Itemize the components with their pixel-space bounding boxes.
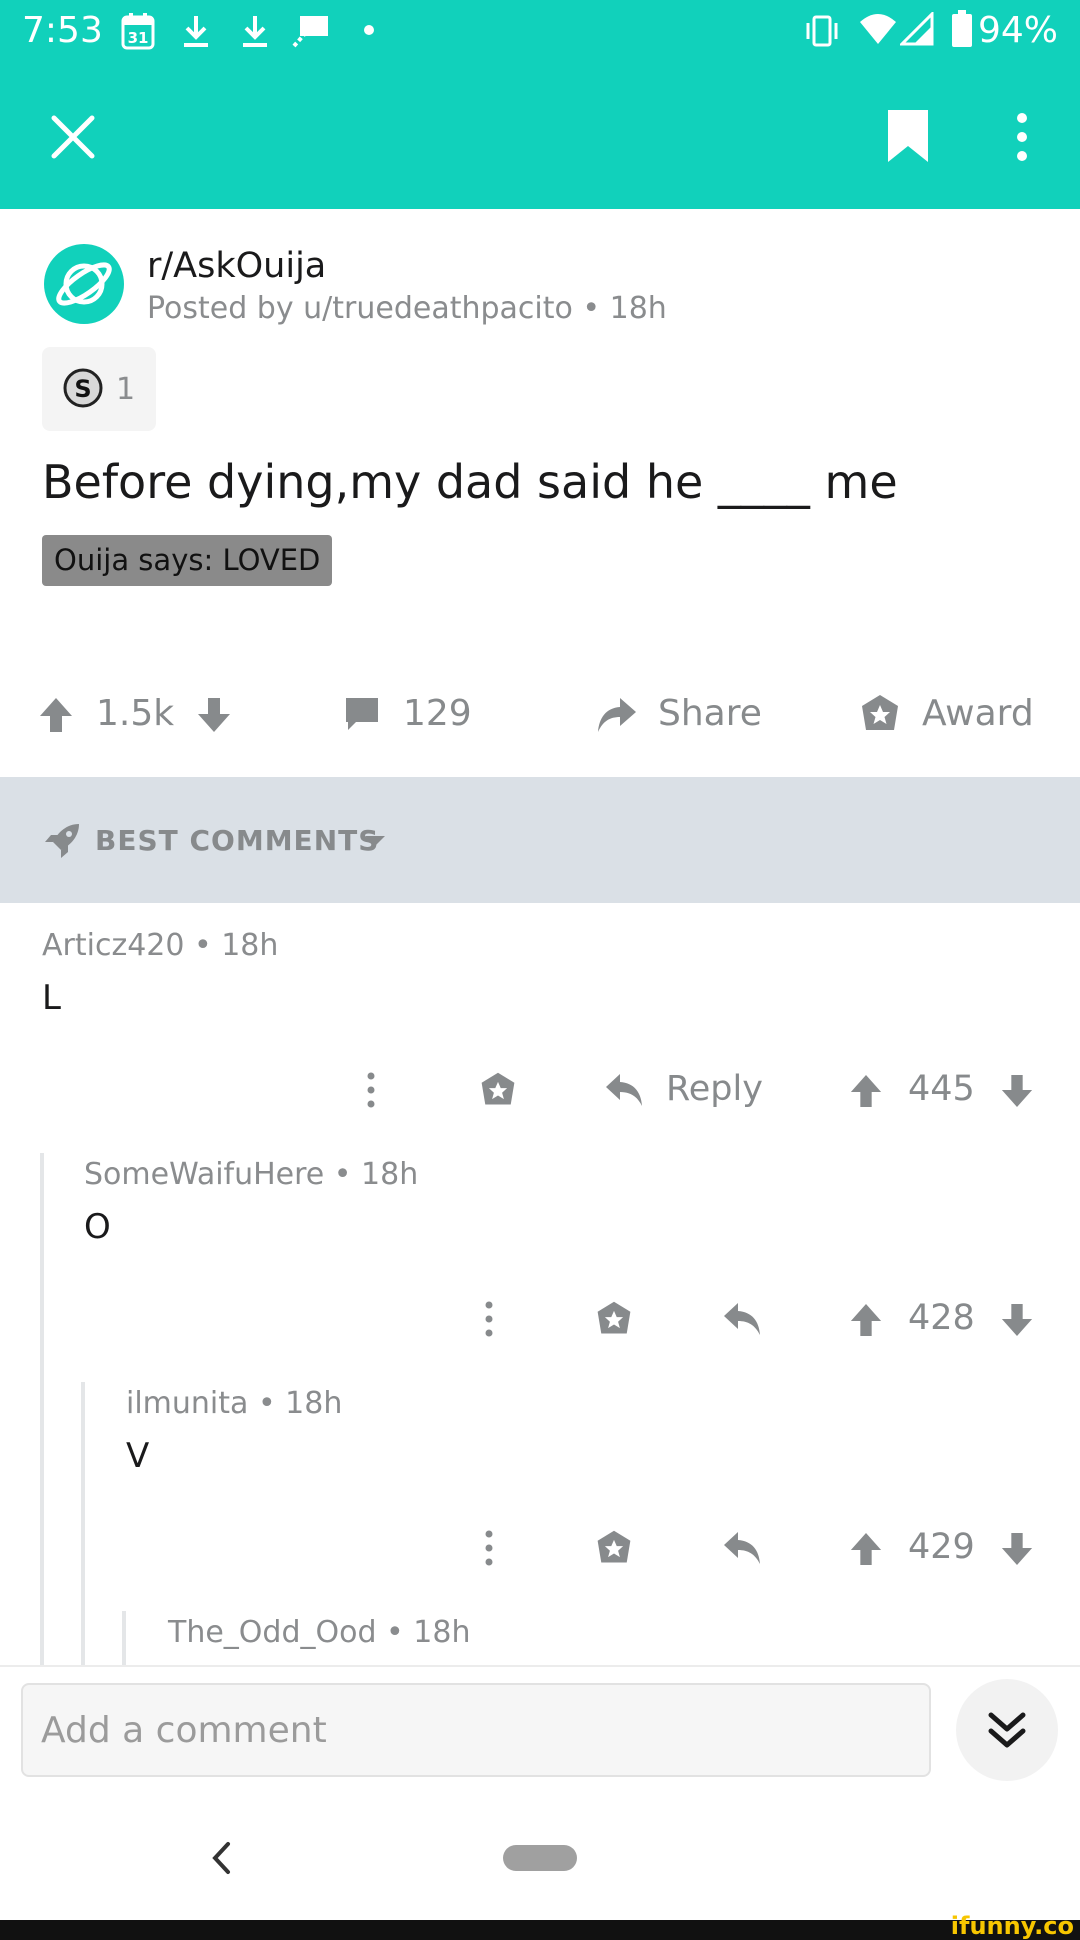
- comment-downvote-icon[interactable]: [1000, 1302, 1034, 1338]
- bookmark-icon[interactable]: [886, 108, 930, 164]
- comment-vote-count: 445: [908, 1069, 975, 1109]
- thread-line[interactable]: [81, 1382, 85, 1665]
- post-comment-count[interactable]: 129: [403, 693, 472, 734]
- share-icon[interactable]: [596, 694, 638, 736]
- comment-more-icon[interactable]: [361, 1071, 381, 1109]
- screen-cast-icon: [292, 14, 332, 48]
- upvote-icon[interactable]: [38, 696, 74, 734]
- award-icon[interactable]: [858, 692, 902, 736]
- reply-button[interactable]: Reply: [666, 1069, 763, 1109]
- subreddit-avatar[interactable]: [44, 244, 124, 324]
- comment-author-meta[interactable]: The_Odd_Ood • 18h: [168, 1615, 470, 1650]
- thread-line[interactable]: [40, 1153, 44, 1665]
- watermark-bar: [0, 1920, 1080, 1940]
- reply-icon[interactable]: [722, 1530, 762, 1566]
- signal-icon: [900, 12, 934, 46]
- back-icon[interactable]: [210, 1840, 232, 1876]
- downvote-icon[interactable]: [196, 696, 232, 734]
- comment-upvote-icon[interactable]: [849, 1531, 883, 1567]
- battery-icon: [951, 10, 973, 48]
- comment-vote-count: 429: [908, 1527, 975, 1567]
- download-icon: [181, 14, 211, 48]
- vibrate-icon: [803, 14, 841, 48]
- comment-body: L: [42, 978, 61, 1018]
- post-title: Before dying,my dad said he ____ me: [42, 455, 898, 509]
- download-icon-2: [240, 14, 270, 48]
- watermark: ifunny.co: [950, 1912, 1074, 1940]
- comment-vote-count: 428: [908, 1298, 975, 1338]
- double-chevron-down-icon: [987, 1711, 1027, 1751]
- award-badge-icon: S: [62, 367, 104, 409]
- comment-author-meta[interactable]: Articz420 • 18h: [42, 928, 278, 963]
- comment-downvote-icon[interactable]: [1000, 1531, 1034, 1567]
- sort-label[interactable]: BEST COMMENTS: [95, 824, 379, 857]
- more-options-icon[interactable]: [1010, 112, 1034, 162]
- calendar-day: 31: [128, 29, 149, 47]
- award-count: 1: [116, 372, 136, 407]
- rocket-icon: [43, 822, 81, 860]
- reply-icon[interactable]: [604, 1072, 644, 1108]
- notification-dot: [364, 25, 374, 35]
- thread-line[interactable]: [122, 1611, 126, 1665]
- home-pill[interactable]: [503, 1845, 577, 1871]
- comment-author-meta[interactable]: ilmunita • 18h: [126, 1386, 342, 1421]
- award-glyph: S: [74, 375, 91, 403]
- comment-input[interactable]: [21, 1683, 931, 1777]
- calendar-icon: 31: [121, 12, 155, 50]
- wifi-icon: [858, 12, 898, 46]
- comment-more-icon[interactable]: [479, 1300, 499, 1338]
- award-button[interactable]: Award: [922, 693, 1034, 734]
- comment-author-meta[interactable]: SomeWaifuHere • 18h: [84, 1157, 418, 1192]
- close-icon[interactable]: [50, 114, 96, 160]
- comment-award-icon[interactable]: [594, 1299, 634, 1339]
- comment-icon[interactable]: [344, 696, 380, 734]
- post-flair[interactable]: Ouija says: LOVED: [42, 535, 333, 586]
- comment-body: V: [126, 1436, 150, 1476]
- share-button[interactable]: Share: [658, 693, 762, 734]
- comment-downvote-icon[interactable]: [1000, 1073, 1034, 1109]
- post-vote-count: 1.5k: [96, 693, 175, 734]
- comment-body: O: [84, 1207, 111, 1247]
- reply-icon[interactable]: [722, 1301, 762, 1337]
- comment-award-icon[interactable]: [594, 1528, 634, 1568]
- posted-by[interactable]: Posted by u/truedeathpacito • 18h: [147, 291, 667, 326]
- chevron-down-icon[interactable]: [363, 834, 387, 848]
- comment-upvote-icon[interactable]: [849, 1073, 883, 1109]
- subreddit-name[interactable]: r/AskOuija: [147, 246, 326, 286]
- comment-award-icon[interactable]: [478, 1070, 518, 1110]
- planet-icon: [56, 262, 112, 306]
- divider: [0, 1665, 1080, 1667]
- comment-more-icon[interactable]: [479, 1529, 499, 1567]
- status-time: 7:53: [22, 10, 103, 51]
- comment-upvote-icon[interactable]: [849, 1302, 883, 1338]
- battery-percent: 94%: [977, 10, 1058, 51]
